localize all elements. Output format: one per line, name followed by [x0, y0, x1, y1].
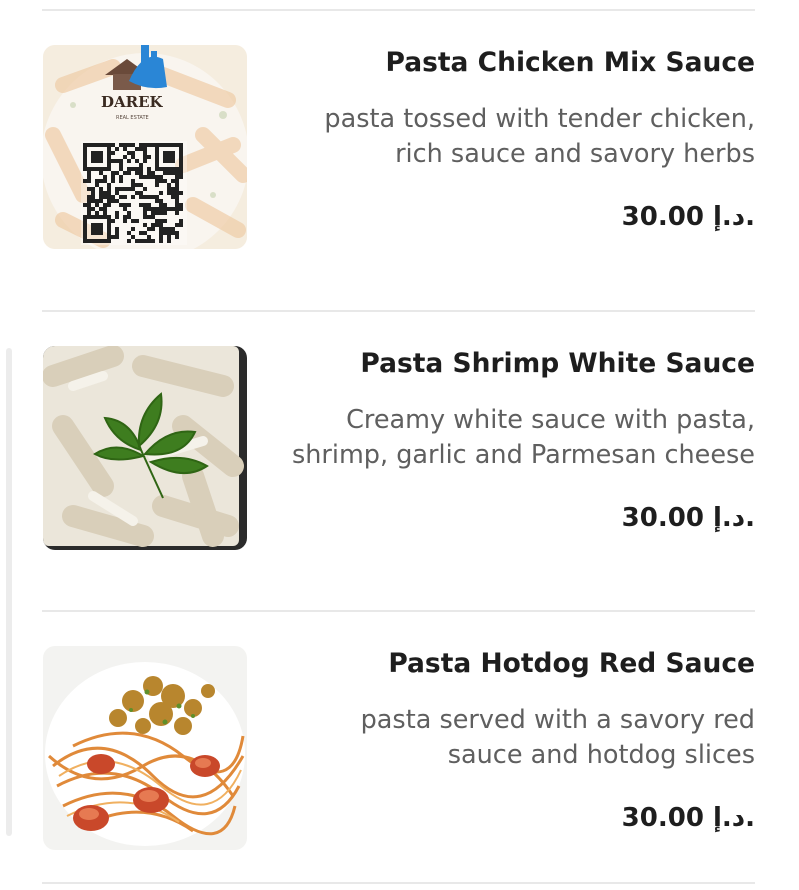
svg-text:REAL ESTATE: REAL ESTATE — [116, 115, 149, 121]
qr-code — [81, 141, 187, 245]
svg-text:DAREK: DAREK — [101, 93, 164, 111]
item-text: Pasta Chicken Mix Sauce pasta tossed wit… — [285, 46, 755, 234]
dish-image — [43, 646, 247, 850]
divider — [42, 882, 755, 884]
item-text: Pasta Shrimp White Sauce Creamy white sa… — [285, 347, 755, 535]
dish-image-graphic — [43, 346, 247, 550]
dish-image: DAREK REAL ESTATE — [43, 45, 247, 249]
item-title: Pasta Shrimp White Sauce — [360, 348, 755, 379]
item-text: Pasta Hotdog Red Sauce pasta served with… — [285, 647, 755, 835]
divider — [42, 9, 755, 11]
dish-image-graphic — [43, 646, 247, 850]
item-price: 30.00 د.إ. — [621, 803, 755, 833]
item-description: pasta tossed with tender chicken, rich s… — [324, 104, 755, 169]
divider — [42, 610, 755, 612]
scrollbar-track[interactable] — [6, 348, 12, 836]
dish-image-graphic: DAREK REAL ESTATE — [43, 45, 247, 249]
dish-image — [43, 346, 247, 550]
item-description: pasta served with a savory red sauce and… — [360, 705, 755, 770]
item-title: Pasta Chicken Mix Sauce — [385, 47, 755, 78]
item-title: Pasta Hotdog Red Sauce — [388, 648, 755, 679]
item-description: Creamy white sauce with pasta, shrimp, g… — [291, 405, 755, 470]
item-price: 30.00 د.إ. — [621, 503, 755, 533]
divider — [42, 310, 755, 312]
item-price: 30.00 د.إ. — [621, 202, 755, 232]
